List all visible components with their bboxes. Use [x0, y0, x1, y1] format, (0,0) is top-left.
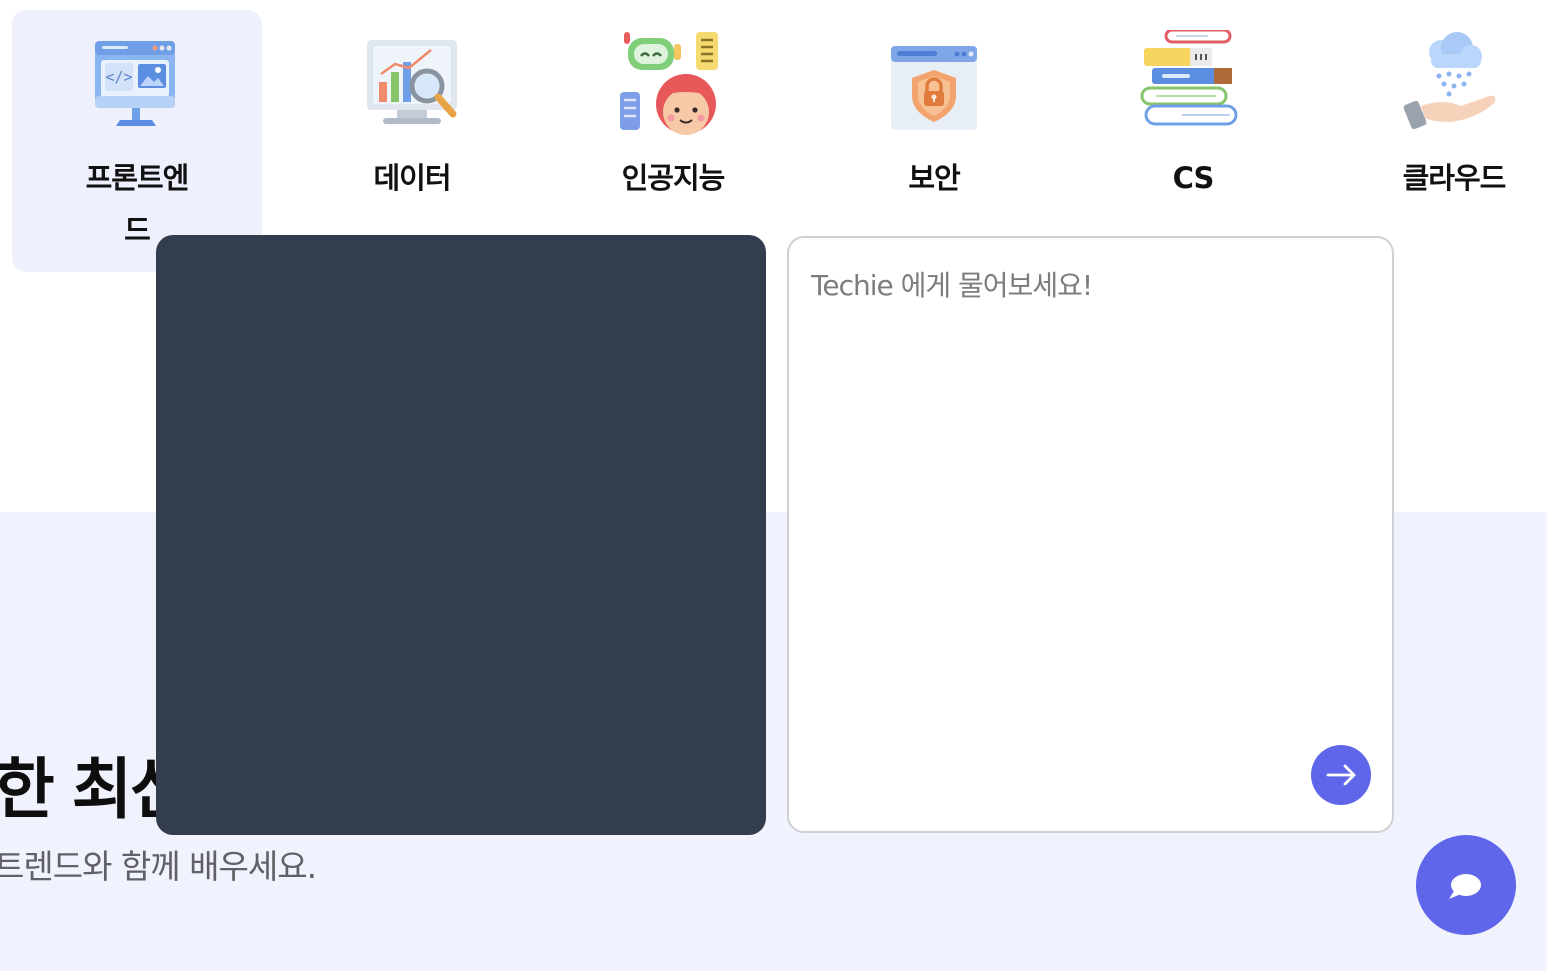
category-label: 데이터: [373, 161, 451, 195]
category-cs[interactable]: CS: [1068, 10, 1318, 272]
data-chart-icon: [367, 40, 457, 124]
category-label: 보안: [908, 161, 960, 195]
frontend-monitor-icon: </>: [95, 41, 175, 126]
category-frontend[interactable]: </> 프론트엔드: [12, 10, 262, 272]
category-ai[interactable]: 인공지능: [548, 10, 798, 272]
svg-text:</>: </>: [105, 68, 132, 86]
send-button[interactable]: [1311, 745, 1371, 805]
chat-open-button[interactable]: [1416, 835, 1516, 935]
cs-books-icon: [1140, 30, 1238, 126]
category-data[interactable]: 데이터: [287, 10, 537, 272]
ai-robot-icon: [620, 32, 718, 135]
category-label: 인공지능: [621, 161, 726, 195]
security-lock-icon: [891, 46, 977, 130]
category-label: CS: [1172, 161, 1215, 195]
category-cloud[interactable]: 클라우드: [1329, 10, 1547, 272]
category-security[interactable]: 보안: [809, 10, 1059, 272]
cloud-hand-icon: [1403, 32, 1496, 130]
chat-panel: [787, 236, 1394, 833]
chat-preview-panel: [156, 235, 766, 835]
chat-bubble-icon: [1449, 874, 1481, 899]
arrow-right-icon: [1326, 764, 1356, 786]
category-label: 클라우드: [1402, 161, 1507, 195]
hero-subline: 트렌드와 함께 배우세요.: [0, 847, 317, 886]
chat-input[interactable]: [809, 262, 1373, 736]
